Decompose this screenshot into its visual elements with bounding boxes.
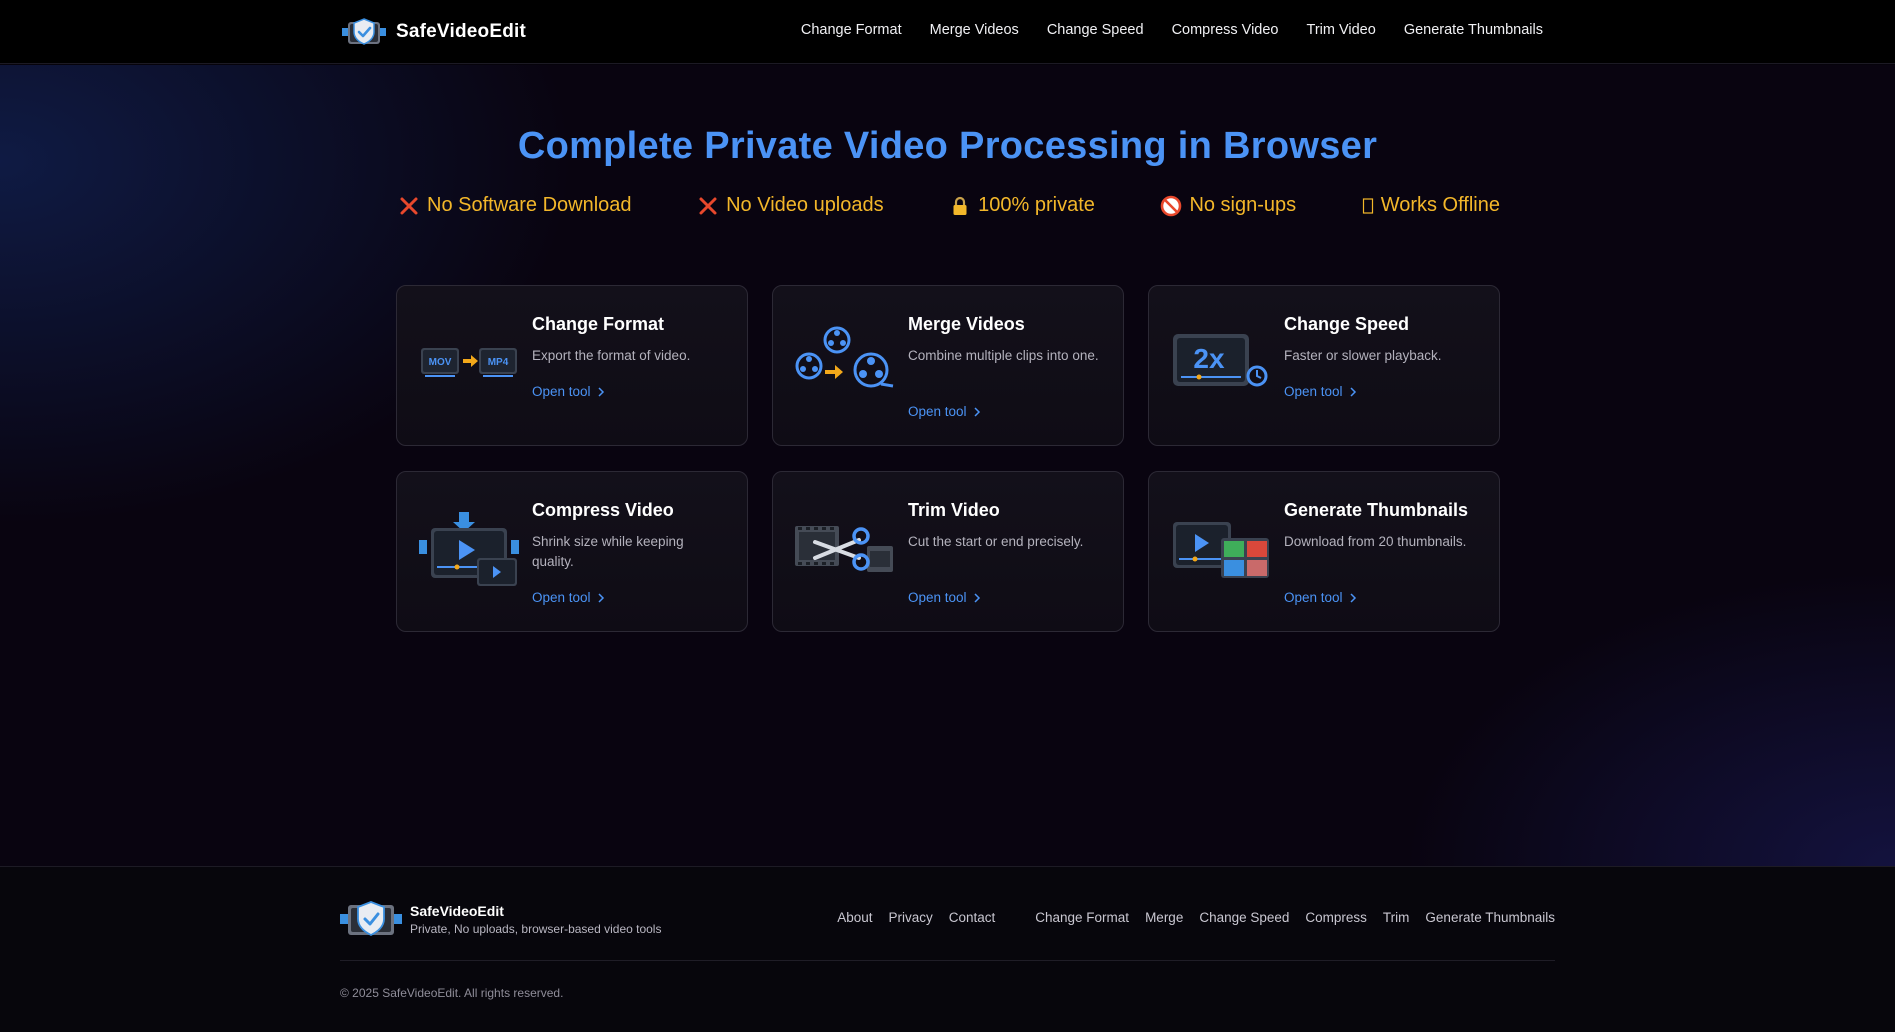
tool-card-compress-video[interactable]: Compress Video Shrink size while keeping… xyxy=(396,471,748,632)
footer-brand-text: SafeVideoEdit Private, No uploads, brows… xyxy=(410,903,661,936)
footer-link-trim[interactable]: Trim xyxy=(1383,910,1410,925)
feature-no-uploads: No Video uploads xyxy=(697,194,884,217)
thumbnails-icon xyxy=(1173,522,1269,578)
feature-list: No Software Download No Video uploads 10… xyxy=(398,194,1500,217)
open-tool-label: Open tool xyxy=(1284,384,1343,399)
footer-brand-name: SafeVideoEdit xyxy=(410,902,504,919)
open-tool-label: Open tool xyxy=(908,404,967,419)
tool-description: Cut the start or end precisely. xyxy=(908,534,1084,549)
footer-divider xyxy=(340,960,1555,961)
speed-label: 2x xyxy=(1193,343,1225,374)
tool-card-merge-videos[interactable]: Merge Videos Combine multiple clips into… xyxy=(772,285,1124,446)
chevron-right-icon xyxy=(974,592,980,603)
nav-generate-thumbnails[interactable]: Generate Thumbnails xyxy=(1404,22,1543,38)
mp4-label: MP4 xyxy=(488,357,509,368)
nav-merge-videos[interactable]: Merge Videos xyxy=(930,22,1019,38)
tool-card-trim-video[interactable]: Trim Video Cut the start or end precisel… xyxy=(772,471,1124,632)
red-x-icon xyxy=(699,197,717,214)
scissors-film-icon xyxy=(795,526,893,572)
lock-icon xyxy=(953,196,967,215)
footer-link-about[interactable]: About xyxy=(837,910,872,925)
footer-link-privacy[interactable]: Privacy xyxy=(888,910,932,925)
main-nav: Change Format Merge Videos Change Speed … xyxy=(801,22,1543,38)
open-tool-link[interactable]: Open tool xyxy=(1284,590,1357,605)
open-tool-link[interactable]: Open tool xyxy=(532,590,605,605)
feature-works-offline: Works Offline xyxy=(1362,194,1500,217)
footer-link-compress[interactable]: Compress xyxy=(1305,910,1367,925)
footer-link-merge[interactable]: Merge xyxy=(1145,910,1183,925)
tool-card-change-speed[interactable]: 2x Change Speed Faster or slower playbac… xyxy=(1148,285,1500,446)
feature-label: No sign-ups xyxy=(1189,194,1297,216)
tool-title: Change Format xyxy=(532,314,665,334)
chevron-right-icon xyxy=(1350,386,1356,397)
tool-title: Merge Videos xyxy=(908,314,1025,334)
film-reels-icon xyxy=(795,326,894,388)
footer-link-gap xyxy=(1011,910,1019,925)
feature-no-signups: No sign-ups xyxy=(1160,194,1296,217)
feature-private: 100% private xyxy=(949,194,1095,217)
footer-link-change-speed[interactable]: Change Speed xyxy=(1199,910,1289,925)
feature-label: No Video uploads xyxy=(726,194,884,216)
site-header: SafeVideoEdit Change Format Merge Videos… xyxy=(0,0,1895,64)
tool-title: Change Speed xyxy=(1284,314,1410,334)
hero-title: Complete Private Video Processing in Bro… xyxy=(517,125,1378,167)
tool-description: Combine multiple clips into one. xyxy=(908,348,1099,363)
nav-trim-video[interactable]: Trim Video xyxy=(1307,22,1376,38)
feature-label: No Software Download xyxy=(427,194,632,216)
feature-label: 100% private xyxy=(978,194,1095,216)
no-entry-icon xyxy=(1161,195,1182,216)
brand-name: SafeVideoEdit xyxy=(396,21,527,42)
open-tool-link[interactable]: Open tool xyxy=(908,590,981,605)
open-tool-link[interactable]: Open tool xyxy=(1284,384,1357,399)
feature-label: Works Offline xyxy=(1380,194,1500,216)
chevron-right-icon xyxy=(974,406,980,417)
tool-title: Trim Video xyxy=(908,500,1000,520)
chevron-right-icon xyxy=(1350,592,1356,603)
footer-copyright: © 2025 SafeVideoEdit. All rights reserve… xyxy=(340,986,564,1000)
footer-brand[interactable]: SafeVideoEdit Private, No uploads, brows… xyxy=(340,899,661,939)
chevron-right-icon xyxy=(598,592,604,603)
open-tool-label: Open tool xyxy=(1284,590,1343,605)
site-footer: SafeVideoEdit Private, No uploads, brows… xyxy=(0,866,1895,1032)
format-convert-icon: MOV MP4 xyxy=(421,348,517,377)
footer-link-change-format[interactable]: Change Format xyxy=(1035,910,1129,925)
red-x-icon xyxy=(400,197,418,214)
footer-tagline: Private, No uploads, browser-based video… xyxy=(410,921,662,936)
shield-check-logo-icon xyxy=(342,18,386,45)
footer-link-contact[interactable]: Contact xyxy=(949,910,996,925)
chevron-right-icon xyxy=(598,386,604,397)
open-tool-label: Open tool xyxy=(908,590,967,605)
tool-description: Export the format of video. xyxy=(532,348,691,363)
shield-check-logo-icon xyxy=(340,901,402,937)
open-tool-link[interactable]: Open tool xyxy=(532,384,605,399)
tool-description: Faster or slower playback. xyxy=(1284,348,1442,363)
open-tool-link[interactable]: Open tool xyxy=(908,404,981,419)
open-tool-label: Open tool xyxy=(532,384,591,399)
tools-grid: MOV MP4 Change Format Export the format … xyxy=(396,285,1500,632)
tool-title: Compress Video xyxy=(532,500,674,520)
tool-title: Generate Thumbnails xyxy=(1284,500,1469,520)
tool-card-generate-thumbnails[interactable]: Generate Thumbnails Download from 20 thu… xyxy=(1148,471,1500,632)
mov-label: MOV xyxy=(429,357,452,368)
nav-compress-video[interactable]: Compress Video xyxy=(1172,22,1279,38)
brand[interactable]: SafeVideoEdit xyxy=(342,14,526,50)
compress-video-icon xyxy=(419,512,519,586)
missing-glyph-icon xyxy=(1362,197,1373,214)
nav-change-format[interactable]: Change Format xyxy=(801,22,902,38)
open-tool-label: Open tool xyxy=(532,590,591,605)
footer-links: About Privacy Contact Change Format Merg… xyxy=(837,910,1555,925)
nav-change-speed[interactable]: Change Speed xyxy=(1047,22,1144,38)
speed-2x-icon: 2x xyxy=(1173,334,1268,387)
feature-no-download: No Software Download xyxy=(398,194,632,217)
tool-description: Download from 20 thumbnails. xyxy=(1284,534,1467,549)
tool-description: Shrink size while keeping quality. xyxy=(532,534,684,569)
footer-link-generate-thumbnails[interactable]: Generate Thumbnails xyxy=(1425,910,1555,925)
tool-card-change-format[interactable]: MOV MP4 Change Format Export the format … xyxy=(396,285,748,446)
main-content: Complete Private Video Processing in Bro… xyxy=(0,65,1895,866)
